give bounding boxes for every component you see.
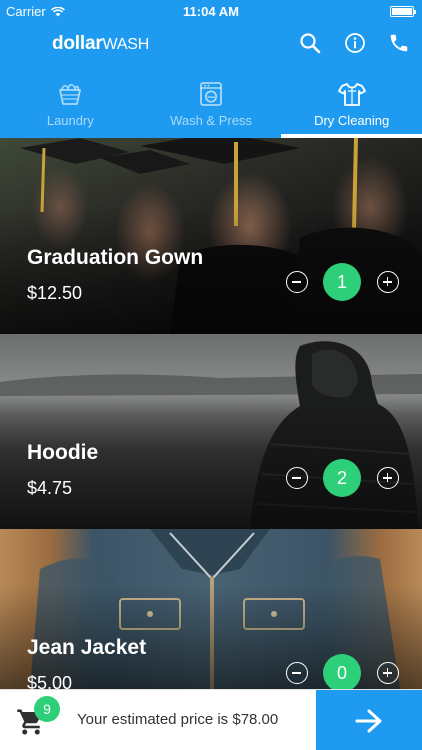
checkout-bar: 9 Your estimated price is $78.00	[0, 689, 422, 750]
item-price: $4.75	[27, 478, 73, 498]
increment-button[interactable]	[377, 467, 399, 489]
app-logo: dollarWASH	[52, 33, 149, 55]
tab-wash-and-press[interactable]: Wash & Press	[141, 66, 282, 138]
estimated-price: Your estimated price is $78.00	[77, 711, 279, 728]
image-overlay	[0, 334, 422, 529]
search-icon[interactable]	[298, 31, 322, 55]
shirt-icon	[337, 80, 366, 108]
app-bar: dollarWASH	[0, 22, 422, 66]
decrement-button[interactable]	[286, 271, 308, 293]
tab-dry-cleaning[interactable]: Dry Cleaning	[281, 66, 422, 138]
decrement-button[interactable]	[286, 467, 308, 489]
quantity-stepper: 2	[283, 459, 405, 497]
arrow-right-icon	[355, 709, 382, 732]
tab-label: Wash & Press	[170, 113, 252, 128]
quantity-count: 0	[323, 654, 361, 689]
item-card-hoodie: Hoodie $4.75 2	[0, 334, 422, 529]
phone-icon[interactable]	[387, 31, 411, 55]
tab-label: Dry Cleaning	[314, 113, 390, 128]
item-name: Jean Jacket	[27, 636, 147, 659]
item-name: Graduation Gown	[27, 246, 204, 269]
item-card-graduation-gown: Graduation Gown $12.50 1	[0, 138, 422, 334]
quantity-count: 2	[323, 459, 361, 497]
item-name: Hoodie	[27, 441, 99, 464]
image-overlay	[0, 138, 422, 334]
info-icon[interactable]	[343, 31, 367, 55]
laundry-basket-icon	[56, 80, 84, 108]
status-bar: Carrier 11:04 AM	[0, 0, 422, 22]
tab-label: Laundry	[46, 113, 94, 128]
increment-button[interactable]	[377, 662, 399, 684]
status-time: 11:04 AM	[183, 4, 239, 19]
item-price: $5.00	[27, 673, 73, 689]
decrement-button[interactable]	[286, 662, 308, 684]
logo-light-text: WASH	[102, 36, 150, 53]
tab-laundry[interactable]: Laundry	[0, 66, 141, 138]
battery-icon	[390, 6, 416, 17]
category-tabs: Laundry Wash & Press Dry Cleaning	[0, 66, 422, 138]
logo-bold-text: dollar	[52, 33, 103, 54]
item-card-jean-jacket: Jean Jacket $5.00 0	[0, 529, 422, 689]
item-price: $12.50	[27, 283, 83, 303]
quantity-stepper: 0	[283, 654, 405, 689]
quantity-count: 1	[323, 263, 361, 301]
checkout-next-button[interactable]	[316, 690, 422, 750]
increment-button[interactable]	[377, 271, 399, 293]
washing-machine-icon	[197, 80, 225, 108]
cart-count-badge: 9	[34, 696, 60, 722]
quantity-stepper: 1	[283, 263, 405, 301]
